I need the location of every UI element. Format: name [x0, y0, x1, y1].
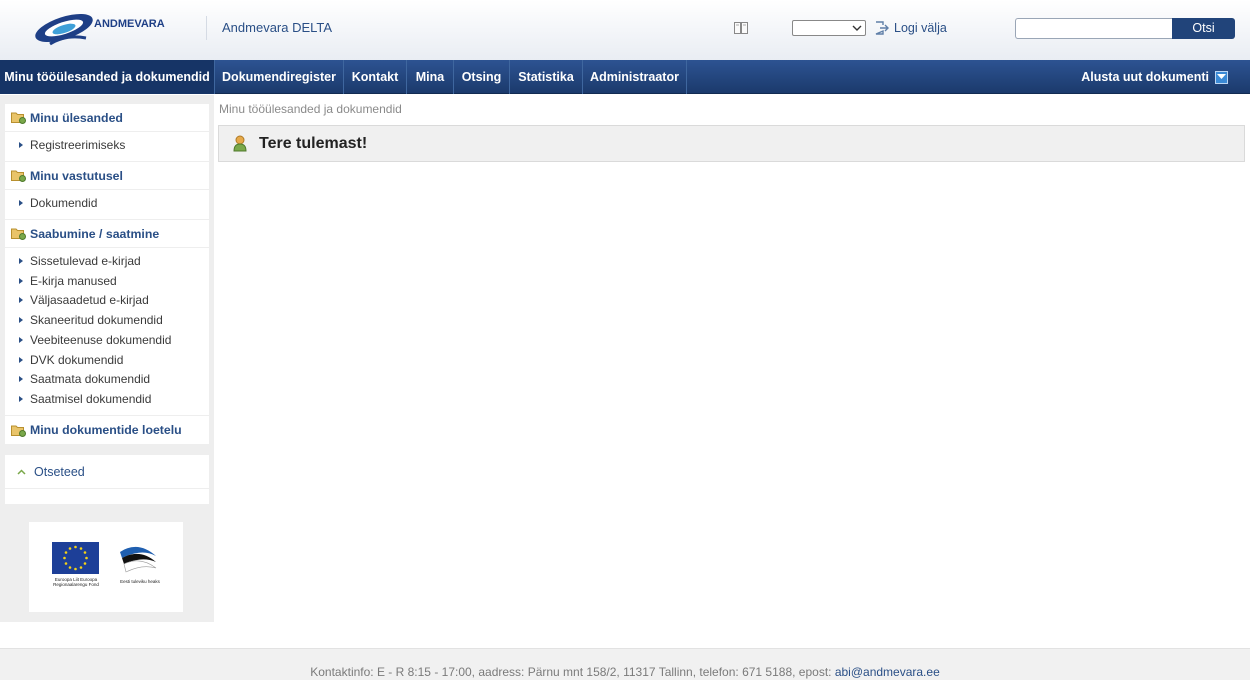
chevron-up-icon	[17, 468, 26, 475]
footer-email-link[interactable]: abi@andmevara.ee	[835, 665, 940, 679]
search-button[interactable]: Otsi	[1172, 18, 1235, 39]
nav-item-document-register[interactable]: Dokumendiregister	[215, 60, 344, 94]
sidebar-item-unsent-documents[interactable]: Saatmata dokumendid	[5, 369, 209, 389]
sidebar-group-my-tasks[interactable]: Minu ülesanded	[5, 104, 209, 132]
sidebar-group-incoming-outgoing[interactable]: Saabumine / saatmine	[5, 220, 209, 248]
footer-contact: Kontaktinfo: E - R 8:15 - 17:00, aadress…	[0, 665, 1250, 679]
main-nav: Minu tööülesanded ja dokumendid Dokumend…	[0, 60, 1250, 94]
folder-icon	[11, 228, 26, 240]
sidebar-item-dokumendid[interactable]: Dokumendid	[5, 193, 209, 213]
sidebar-item-registreerimiseks[interactable]: Registreerimiseks	[5, 135, 209, 155]
sidebar-item-label: Dokumendid	[30, 196, 98, 210]
shortcuts-panel: Otseteed	[5, 455, 209, 504]
folder-icon	[11, 425, 26, 437]
sidebar-item-label: Veebiteenuse dokumendid	[30, 333, 172, 347]
welcome-panel: Tere tulemast!	[218, 125, 1245, 162]
bullet-arrow-icon	[19, 357, 23, 363]
bullet-arrow-icon	[19, 142, 23, 148]
shortcuts-label: Otseteed	[34, 464, 85, 479]
sidebar-group-label: Minu dokumentide loetelu	[30, 423, 182, 437]
bullet-arrow-icon	[19, 396, 23, 402]
sidebar-item-email-attachments[interactable]: E-kirja manused	[5, 271, 209, 291]
bullet-arrow-icon	[19, 258, 23, 264]
bullet-arrow-icon	[19, 376, 23, 382]
chevron-down-icon	[852, 25, 862, 31]
app-title: Andmevara DELTA	[206, 16, 332, 40]
sidebar-item-label: E-kirja manused	[30, 274, 117, 288]
footer: Kontaktinfo: E - R 8:15 - 17:00, aadress…	[0, 648, 1250, 680]
sidebar-item-label: Saatmisel dokumendid	[30, 392, 152, 406]
nav-item-administrator[interactable]: Administraator	[583, 60, 687, 94]
sidebar-item-label: Väljasaadetud e-kirjad	[30, 293, 149, 307]
funding-logos: Euroopa Liit Euroopa Regionaalarengu Fon…	[29, 522, 183, 612]
sidebar-group-label: Saabumine / saatmine	[30, 226, 160, 241]
sidebar-item-dvk-documents[interactable]: DVK dokumendid	[5, 350, 209, 370]
andmevara-logo[interactable]: ANDMEVARA	[32, 4, 172, 50]
estonian-future-icon	[118, 542, 158, 576]
sidebar-item-label: Registreerimiseks	[30, 138, 126, 152]
logo-text: ANDMEVARA	[94, 18, 165, 30]
nav-item-my-tasks[interactable]: Minu tööülesanded ja dokumendid	[0, 60, 215, 94]
logout-label: Logi välja	[894, 21, 947, 35]
welcome-title: Tere tulemast!	[259, 134, 368, 152]
sidebar-item-incoming-emails[interactable]: Sissetulevad e-kirjad	[5, 251, 209, 271]
logout-icon	[875, 21, 889, 35]
sidebar-item-label: Sissetulevad e-kirjad	[30, 254, 141, 268]
bullet-arrow-icon	[19, 200, 23, 206]
sidebar-item-sending-documents[interactable]: Saatmisel dokumendid	[5, 389, 209, 409]
dropdown-arrow-icon	[1215, 70, 1228, 84]
search-input[interactable]	[1015, 18, 1173, 39]
logout-link[interactable]: Logi välja	[874, 19, 947, 37]
folder-icon	[11, 112, 26, 124]
user-icon	[233, 135, 247, 152]
language-select[interactable]	[792, 20, 866, 36]
sidebar-item-label: Skaneeritud dokumendid	[30, 313, 163, 327]
sidebar-group-my-document-list[interactable]: Minu dokumentide loetelu	[5, 416, 209, 444]
sidebar-item-webservice-documents[interactable]: Veebiteenuse dokumendid	[5, 330, 209, 350]
bullet-arrow-icon	[19, 297, 23, 303]
breadcrumb: Minu tööülesanded ja dokumendid	[219, 102, 402, 116]
eu-flag-icon	[52, 542, 99, 574]
sidebar-group-my-responsibility[interactable]: Minu vastutusel	[5, 162, 209, 190]
new-document-label: Alusta uut dokumenti	[1081, 70, 1209, 84]
sidebar-group-label: Minu vastutusel	[30, 168, 123, 183]
nav-item-me[interactable]: Mina	[407, 60, 454, 94]
manual-book-icon[interactable]	[733, 20, 749, 36]
sidebar-item-scanned-documents[interactable]: Skaneeritud dokumendid	[5, 310, 209, 330]
bullet-arrow-icon	[19, 317, 23, 323]
bullet-arrow-icon	[19, 278, 23, 284]
nav-item-search[interactable]: Otsing	[454, 60, 510, 94]
sidebar-item-label: DVK dokumendid	[30, 353, 124, 367]
bullet-arrow-icon	[19, 337, 23, 343]
sidebar-group-label: Minu ülesanded	[30, 110, 123, 125]
footer-contact-text: Kontaktinfo: E - R 8:15 - 17:00, aadress…	[310, 665, 835, 679]
eu-fund-text: Euroopa Liit Euroopa Regionaalarengu Fon…	[53, 577, 99, 587]
folder-icon	[11, 170, 26, 182]
estonian-future-text: Eesti tuleviku heaks	[120, 579, 160, 584]
new-document-menu[interactable]: Alusta uut dokumenti	[1081, 60, 1228, 94]
nav-item-contact[interactable]: Kontakt	[344, 60, 407, 94]
shortcuts-toggle[interactable]: Otseteed	[5, 455, 209, 489]
nav-item-statistics[interactable]: Statistika	[510, 60, 583, 94]
header: ANDMEVARA Andmevara DELTA Logi välja Ots…	[0, 0, 1250, 60]
sidebar-item-label: Saatmata dokumendid	[30, 372, 151, 386]
sidebar-item-sent-emails[interactable]: Väljasaadetud e-kirjad	[5, 290, 209, 310]
